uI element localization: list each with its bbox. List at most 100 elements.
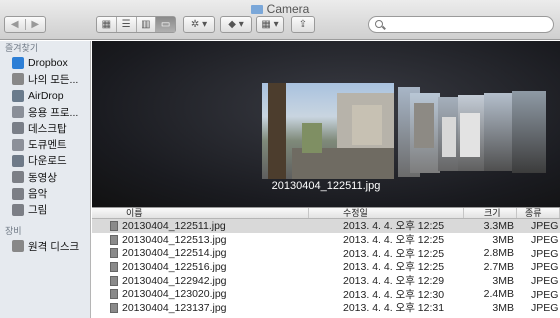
remote-disc-icon: [12, 240, 24, 253]
search-icon: [375, 20, 383, 28]
sidebar-header-devices: 장비: [5, 225, 22, 236]
file-name-cell: 20130404_122514.jpg: [92, 247, 309, 259]
sidebar-item-label: 나의 모든...: [28, 73, 79, 86]
image-file-icon: [110, 302, 118, 313]
column-header-date[interactable]: 수정일: [309, 208, 464, 218]
file-date: 2013. 4. 4. 오후 12:30: [343, 288, 445, 301]
pictures-icon: [12, 203, 24, 216]
sidebar-item-label: 다운로드: [28, 155, 67, 168]
table-row[interactable]: 20130404_122514.jpg 2013. 4. 4. 오후 12:25 2…: [92, 246, 560, 260]
table-row[interactable]: 20130404_122942.jpg 2013. 4. 4. 오후 12:29 3…: [92, 274, 560, 288]
cover-photo-selected[interactable]: [262, 83, 394, 179]
coverflow-caption: 20130404_122511.jpg: [271, 180, 381, 192]
image-file-icon: [110, 275, 118, 286]
airdrop-icon: [12, 89, 24, 102]
file-name-cell: 20130404_122516.jpg: [92, 261, 309, 273]
sidebar-item-label: 원격 디스크: [28, 240, 80, 253]
file-kind: JPEG 이미지: [531, 288, 560, 301]
cover-photo[interactable]: [458, 95, 486, 171]
sidebar-item-label: 그림: [28, 204, 48, 217]
table-row[interactable]: 20130404_123137.jpg 2013. 4. 4. 오후 12:31 3…: [92, 301, 560, 315]
toolbar: Camera ◀ ▶ ▦ ☰ ▥ ▭ ✲ ▾ ◆ ▾ ▦ ▾ ⇪: [0, 0, 560, 40]
file-name: 20130404_122942.jpg: [122, 274, 227, 287]
sidebar-item[interactable]: 나의 모든...: [0, 71, 90, 87]
sidebar-item[interactable]: 응용 프로...: [0, 104, 90, 120]
sidebar-item[interactable]: 원격 디스크: [0, 238, 90, 254]
image-file-icon: [110, 248, 118, 259]
file-size: 3MB: [492, 274, 514, 287]
coverflow-scrollbar[interactable]: [92, 197, 560, 207]
back-button[interactable]: ◀: [5, 19, 25, 30]
documents-icon: [12, 138, 24, 151]
sidebar-item-label: AirDrop: [28, 89, 64, 102]
sidebar-item[interactable]: 음악: [0, 185, 90, 201]
file-kind: JPEG 이미지: [531, 302, 560, 315]
sidebar-item[interactable]: 다운로드: [0, 153, 90, 169]
list-header: 이름 수정일 크기 종류: [92, 207, 560, 219]
share-button[interactable]: ⇪: [291, 16, 315, 33]
file-date: 2013. 4. 4. 오후 12:25: [343, 247, 445, 260]
file-name: 20130404_123020.jpg: [122, 288, 227, 301]
dropbox-menu-button[interactable]: ◆ ▾: [220, 16, 252, 33]
coverflow-view[interactable]: 20130404_122511.jpg: [92, 41, 560, 207]
table-row[interactable]: 20130404_123020.jpg 2013. 4. 4. 오후 12:30 2…: [92, 287, 560, 301]
file-kind: JPEG 이미지: [531, 261, 560, 274]
action-menu-button[interactable]: ✲ ▾: [183, 16, 215, 33]
sidebar-item[interactable]: 그림: [0, 202, 90, 218]
image-file-icon: [110, 220, 118, 231]
file-name-cell: 20130404_122511.jpg: [92, 220, 309, 232]
cover-photo[interactable]: [410, 93, 440, 173]
sidebar-item[interactable]: AirDrop: [0, 88, 90, 104]
all-files-icon: [12, 73, 24, 86]
sidebar-item-label: 동영상: [28, 171, 57, 184]
file-name: 20130404_122514.jpg: [122, 247, 227, 260]
file-date: 2013. 4. 4. 오후 12:25: [343, 261, 445, 274]
forward-button[interactable]: ▶: [24, 19, 46, 30]
nav-buttons: ◀ ▶: [4, 16, 46, 33]
arrange-button[interactable]: ▦ ▾: [256, 16, 284, 33]
cover-photo[interactable]: [484, 93, 514, 171]
file-date: 2013. 4. 4. 오후 12:25: [343, 220, 445, 233]
file-date: 2013. 4. 4. 오후 12:31: [343, 302, 445, 315]
music-icon: [12, 187, 24, 200]
file-kind: JPEG 이미지: [531, 275, 560, 288]
image-file-icon: [110, 234, 118, 245]
table-row[interactable]: 20130404_122511.jpg 2013. 4. 4. 오후 12:25 3…: [92, 219, 560, 233]
desktop-icon: [12, 122, 24, 135]
file-size: 3MB: [492, 233, 514, 246]
sidebar-item-label: 음악: [28, 188, 48, 201]
sidebar: 즐겨찾기 Dropbox 나의 모든... AirDrop 응용 프로... 데스크탑도…: [0, 41, 91, 318]
file-size: 2.7MB: [483, 260, 514, 273]
sidebar-item-label: 도큐멘트: [28, 139, 67, 152]
image-file-icon: [110, 261, 118, 272]
sidebar-item[interactable]: 데스크탑: [0, 120, 90, 136]
sidebar-item-label: 데스크탑: [28, 122, 67, 135]
file-date: 2013. 4. 4. 오후 12:29: [343, 275, 445, 288]
file-name: 20130404_122513.jpg: [122, 233, 227, 246]
file-name: 20130404_123137.jpg: [122, 301, 227, 314]
sidebar-item-label: Dropbox: [28, 57, 68, 70]
sidebar-item[interactable]: 도큐멘트: [0, 136, 90, 152]
column-header-name[interactable]: 이름: [92, 208, 309, 218]
icon-view-button[interactable]: ▦: [97, 17, 116, 32]
search-input[interactable]: [368, 16, 554, 33]
column-view-button[interactable]: ▥: [135, 17, 156, 32]
dropbox-icon: [12, 57, 24, 70]
downloads-icon: [12, 154, 24, 167]
table-row[interactable]: 20130404_122513.jpg 2013. 4. 4. 오후 12:25 3…: [92, 233, 560, 247]
file-name-cell: 20130404_123137.jpg: [92, 302, 309, 314]
column-header-kind[interactable]: 종류: [517, 208, 560, 218]
sidebar-item[interactable]: Dropbox: [0, 55, 90, 71]
sidebar-header-favorites: 즐겨찾기: [5, 43, 39, 53]
table-row[interactable]: 20130404_122516.jpg 2013. 4. 4. 오후 12:25 2…: [92, 260, 560, 274]
file-size: 3MB: [492, 301, 514, 314]
list-view-button[interactable]: ☰: [115, 17, 136, 32]
sidebar-item[interactable]: 동영상: [0, 169, 90, 185]
window-title-text: Camera: [266, 2, 310, 16]
column-header-size[interactable]: 크기: [464, 208, 517, 218]
cover-photo[interactable]: [512, 91, 546, 173]
file-name: 20130404_122516.jpg: [122, 260, 227, 273]
coverflow-view-button[interactable]: ▭: [155, 17, 175, 32]
file-kind: JPEG 이미지: [531, 234, 560, 247]
file-name-cell: 20130404_123020.jpg: [92, 288, 309, 300]
